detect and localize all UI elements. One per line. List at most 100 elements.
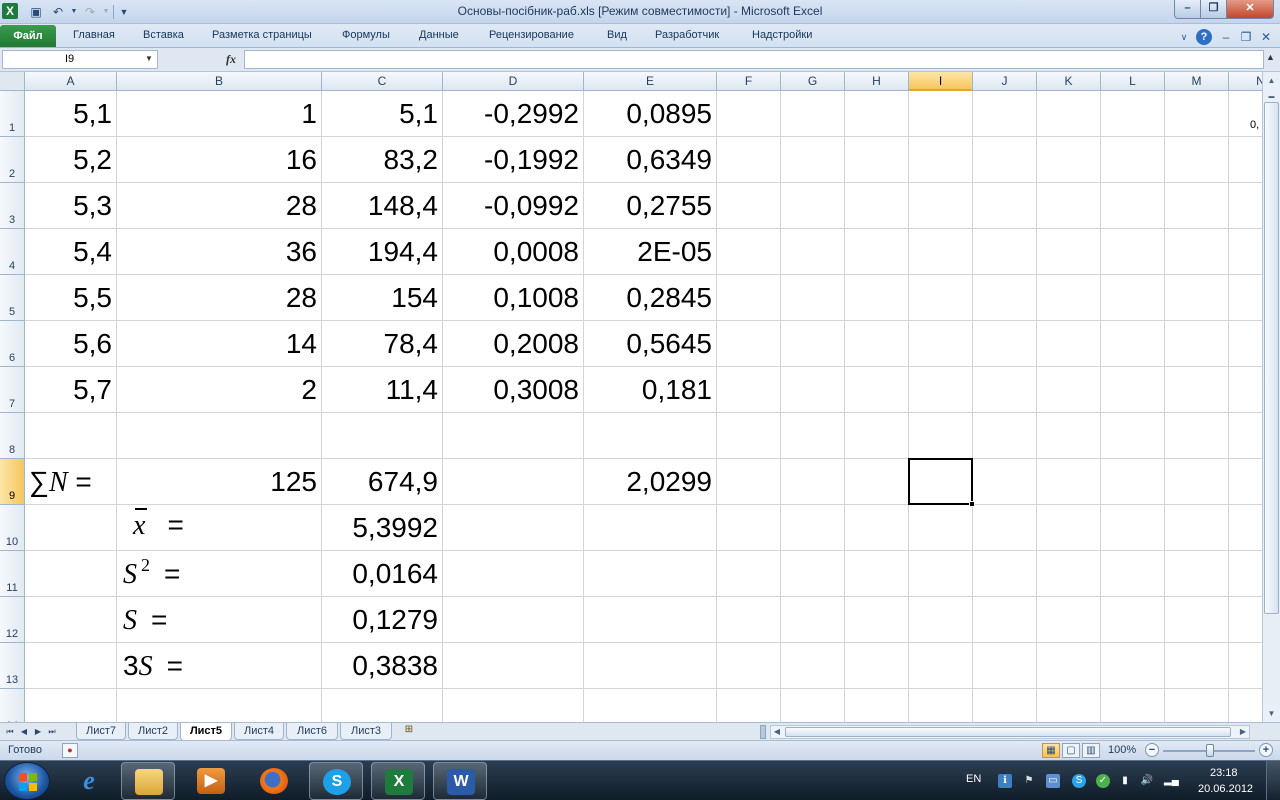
name-box[interactable]: I9 bbox=[2, 50, 158, 69]
column-header-f[interactable]: F bbox=[717, 72, 781, 91]
macro-record-icon[interactable]: ● bbox=[62, 743, 78, 758]
row-header-11[interactable]: 11 bbox=[0, 551, 25, 597]
next-sheet-icon[interactable]: ▶ bbox=[32, 725, 44, 739]
row-header-9[interactable]: 9 bbox=[0, 459, 25, 505]
cell-e9[interactable]: 2,0299 bbox=[584, 459, 717, 505]
cell-d3[interactable]: -0,0992 bbox=[443, 183, 584, 229]
cell-c10[interactable]: 5,3992 bbox=[322, 505, 443, 551]
cell-c2[interactable]: 83,2 bbox=[322, 137, 443, 183]
sheet-tab-list7[interactable]: Лист7 bbox=[76, 723, 126, 740]
cell-d5[interactable]: 0,1008 bbox=[443, 275, 584, 321]
horizontal-scroll-thumb[interactable] bbox=[785, 727, 1231, 737]
taskbar-firefox[interactable] bbox=[247, 762, 301, 800]
cell-b3[interactable]: 28 bbox=[117, 183, 322, 229]
cell-b1[interactable]: 1 bbox=[117, 91, 322, 137]
row-header-7[interactable]: 7 bbox=[0, 367, 25, 413]
column-header-i[interactable]: I bbox=[909, 72, 973, 91]
cell-b10[interactable]: x = bbox=[117, 505, 322, 551]
column-header-j[interactable]: J bbox=[973, 72, 1037, 91]
cell-e2[interactable]: 0,6349 bbox=[584, 137, 717, 183]
cell-a7[interactable]: 5,7 bbox=[25, 367, 117, 413]
tab-data[interactable]: Данные bbox=[419, 29, 459, 41]
first-sheet-icon[interactable]: ⏮ bbox=[4, 725, 16, 739]
column-header-b[interactable]: B bbox=[117, 72, 322, 91]
tray-monitor-icon[interactable]: ▭ bbox=[1046, 774, 1060, 788]
show-desktop-button[interactable] bbox=[1266, 761, 1280, 800]
tray-network-app-icon[interactable]: ℹ bbox=[998, 774, 1012, 788]
cell-n1-partial[interactable]: 0, bbox=[1250, 119, 1259, 131]
cell-e5[interactable]: 0,2845 bbox=[584, 275, 717, 321]
maximize-button[interactable]: ❐ bbox=[1200, 0, 1227, 19]
zoom-out-icon[interactable]: − bbox=[1145, 743, 1159, 757]
cell-e4[interactable]: 2E-05 bbox=[584, 229, 717, 275]
sheet-tab-list5[interactable]: Лист5 bbox=[180, 723, 232, 741]
page-break-view-icon[interactable]: ▥ bbox=[1082, 743, 1100, 758]
tab-insert[interactable]: Вставка bbox=[143, 29, 184, 41]
cell-c5[interactable]: 154 bbox=[322, 275, 443, 321]
cell-d2[interactable]: -0,1992 bbox=[443, 137, 584, 183]
row-header-1[interactable]: 1 bbox=[0, 91, 25, 137]
column-header-e[interactable]: E bbox=[584, 72, 717, 91]
cell-a9[interactable]: ∑N = bbox=[25, 459, 117, 505]
tray-skype-icon[interactable]: S bbox=[1072, 774, 1086, 788]
last-sheet-icon[interactable]: ⏭ bbox=[46, 725, 58, 739]
vertical-scrollbar[interactable]: ▲ ▬ ▼ bbox=[1262, 72, 1280, 722]
cell-c6[interactable]: 78,4 bbox=[322, 321, 443, 367]
vertical-scroll-thumb[interactable] bbox=[1264, 102, 1279, 614]
tray-flag-icon[interactable]: ⚑ bbox=[1022, 774, 1036, 788]
tab-addins[interactable]: Надстройки bbox=[752, 29, 812, 41]
cell-b5[interactable]: 28 bbox=[117, 275, 322, 321]
scroll-down-icon[interactable]: ▼ bbox=[1263, 705, 1280, 722]
tab-file[interactable]: Файл bbox=[0, 25, 56, 47]
scroll-up-icon[interactable]: ▲ bbox=[1263, 72, 1280, 89]
cell-a1[interactable]: 5,1 bbox=[25, 91, 117, 137]
cell-e7[interactable]: 0,181 bbox=[584, 367, 717, 413]
sheet-tab-list3[interactable]: Лист3 bbox=[340, 723, 392, 740]
cell-a2[interactable]: 5,2 bbox=[25, 137, 117, 183]
tab-review[interactable]: Рецензирование bbox=[489, 29, 574, 41]
column-header-c[interactable]: C bbox=[322, 72, 443, 91]
column-header-k[interactable]: K bbox=[1037, 72, 1101, 91]
cell-b4[interactable]: 36 bbox=[117, 229, 322, 275]
worksheet-grid[interactable]: ABCDEFGHIJKLMN12345678910111213140,5,115… bbox=[0, 72, 1262, 722]
row-header-13[interactable]: 13 bbox=[0, 643, 25, 689]
column-header-g[interactable]: G bbox=[781, 72, 845, 91]
cell-d6[interactable]: 0,2008 bbox=[443, 321, 584, 367]
workbook-minimize-icon[interactable]: – bbox=[1218, 29, 1234, 45]
cell-d7[interactable]: 0,3008 bbox=[443, 367, 584, 413]
cell-e1[interactable]: 0,0895 bbox=[584, 91, 717, 137]
scroll-right-icon[interactable]: ▶ bbox=[1237, 726, 1249, 738]
help-icon[interactable]: ? bbox=[1196, 29, 1212, 45]
row-header-5[interactable]: 5 bbox=[0, 275, 25, 321]
row-header-3[interactable]: 3 bbox=[0, 183, 25, 229]
volume-icon[interactable]: 🔊 bbox=[1140, 774, 1154, 788]
row-header-8[interactable]: 8 bbox=[0, 413, 25, 459]
tray-status-icon[interactable]: ✓ bbox=[1096, 774, 1110, 788]
cell-c1[interactable]: 5,1 bbox=[322, 91, 443, 137]
clock-date[interactable]: 20.06.2012 bbox=[1198, 783, 1253, 795]
row-header-14[interactable]: 14 bbox=[0, 689, 25, 722]
scroll-left-icon[interactable]: ◀ bbox=[771, 726, 783, 738]
fill-handle[interactable] bbox=[969, 501, 975, 507]
signal-icon[interactable]: ▂▄ bbox=[1164, 774, 1179, 788]
row-header-2[interactable]: 2 bbox=[0, 137, 25, 183]
cell-c13[interactable]: 0,3838 bbox=[322, 643, 443, 689]
tab-view[interactable]: Вид bbox=[607, 29, 627, 41]
formula-input[interactable] bbox=[244, 50, 1264, 69]
prev-sheet-icon[interactable]: ◀ bbox=[18, 725, 30, 739]
select-all-corner[interactable] bbox=[0, 72, 25, 91]
page-layout-view-icon[interactable]: ▢ bbox=[1062, 743, 1080, 758]
insert-sheet-icon[interactable]: ⊞ bbox=[400, 724, 418, 739]
taskbar-excel[interactable]: X bbox=[371, 762, 425, 800]
column-header-d[interactable]: D bbox=[443, 72, 584, 91]
minimize-ribbon-icon[interactable]: ∨ bbox=[1176, 29, 1192, 45]
cell-c9[interactable]: 674,9 bbox=[322, 459, 443, 505]
tab-developer[interactable]: Разработчик bbox=[655, 29, 719, 41]
taskbar-media-player[interactable]: ▶ bbox=[184, 762, 238, 800]
row-header-12[interactable]: 12 bbox=[0, 597, 25, 643]
cell-a5[interactable]: 5,5 bbox=[25, 275, 117, 321]
column-header-l[interactable]: L bbox=[1101, 72, 1165, 91]
sheet-tab-list2[interactable]: Лист2 bbox=[128, 723, 178, 740]
active-cell-i9[interactable] bbox=[908, 458, 973, 505]
taskbar-skype[interactable]: S bbox=[309, 762, 363, 800]
